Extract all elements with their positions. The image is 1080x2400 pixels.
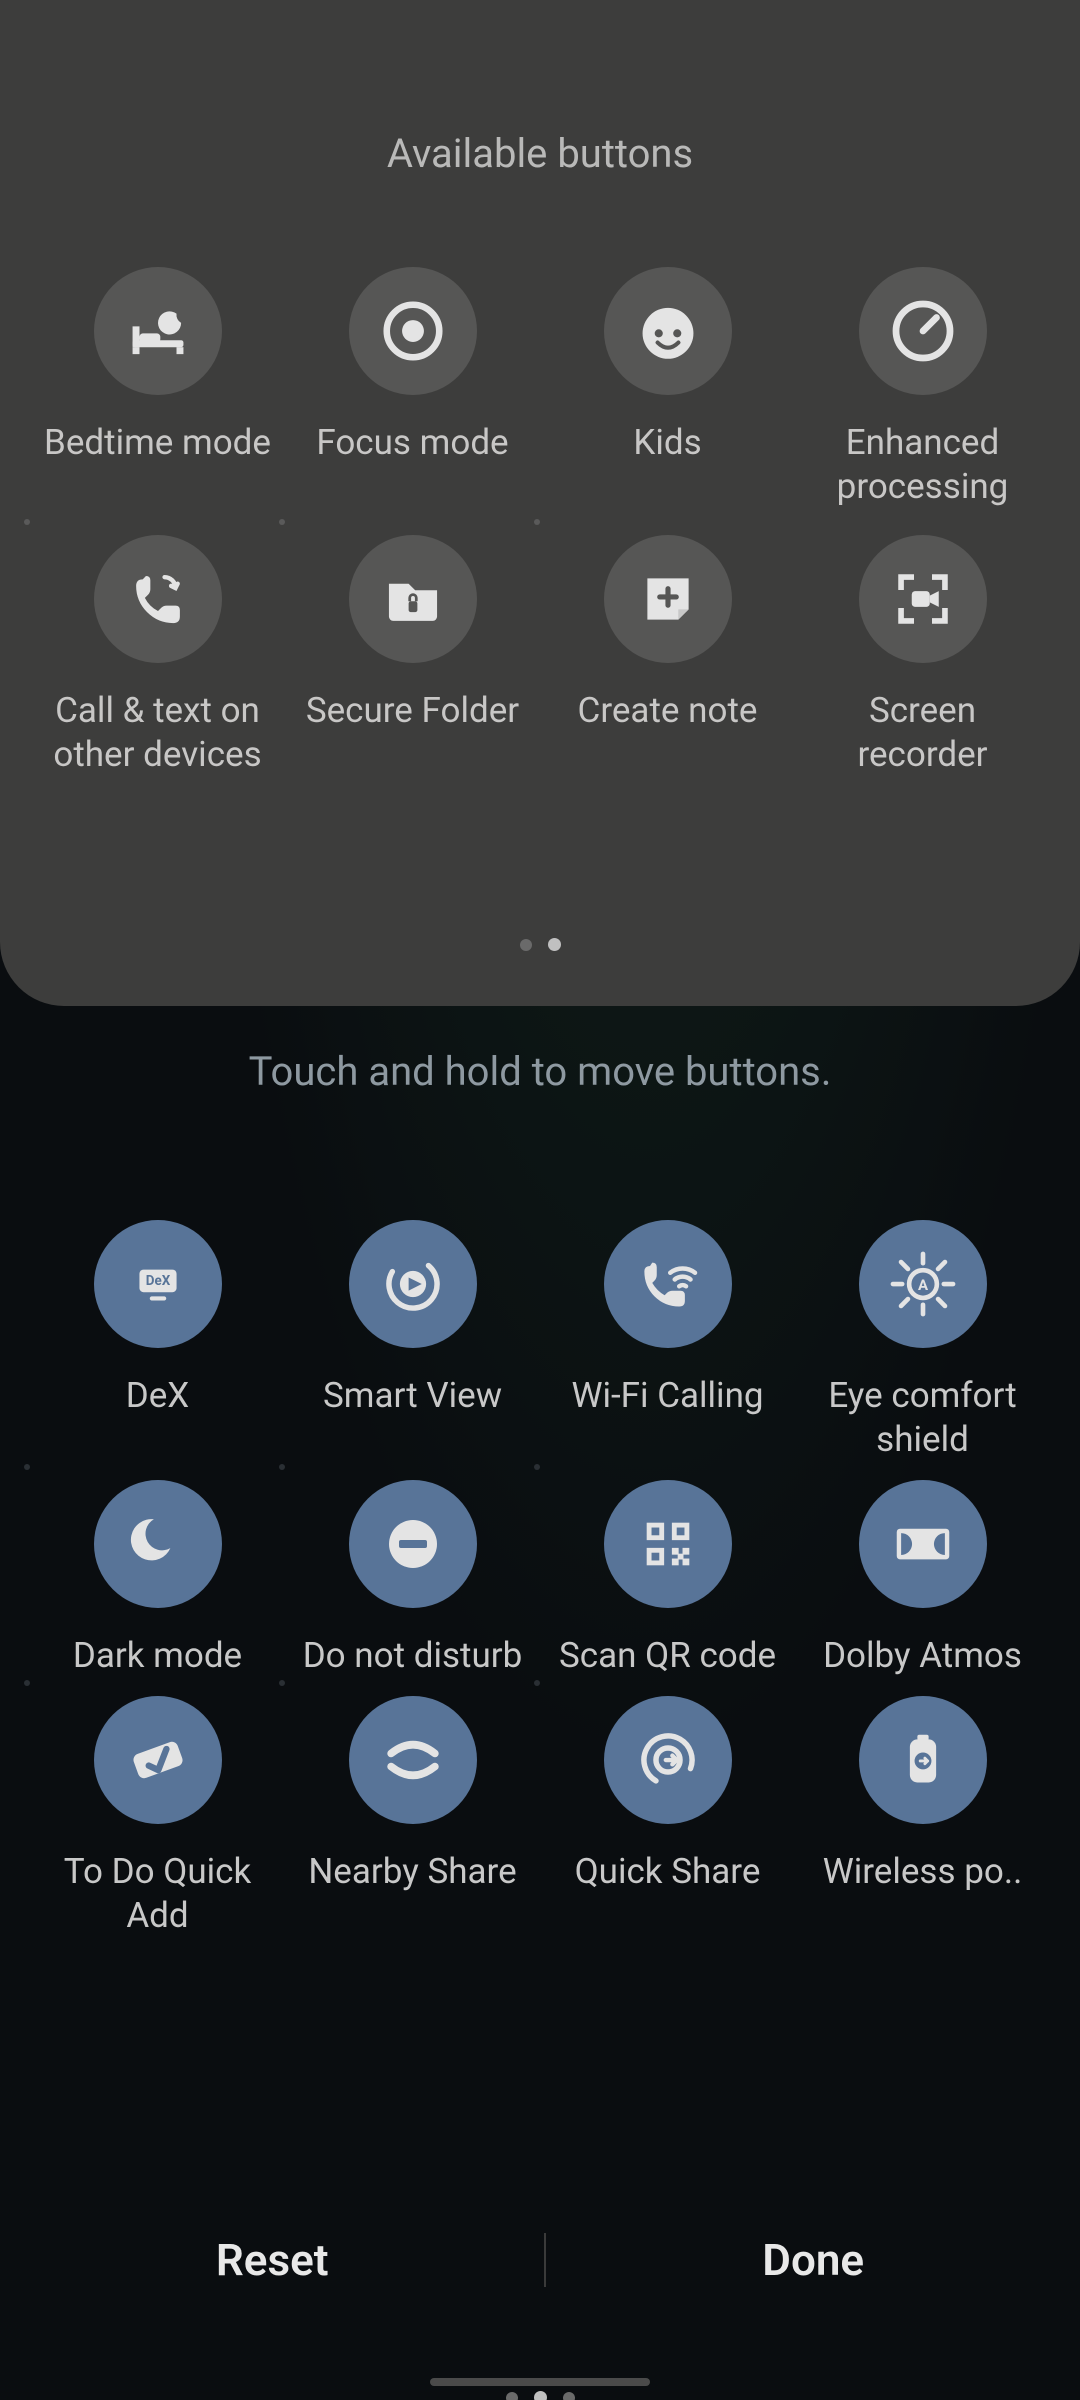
check-bar-icon [94, 1696, 222, 1824]
tile-label: Quick Share [575, 1850, 761, 1894]
tile-nearby-share[interactable]: Nearby Share [285, 1696, 540, 1938]
screen-recorder-icon [859, 535, 987, 663]
tile-label: Wireless po.. [823, 1850, 1023, 1894]
tile-dolby-atmos[interactable]: Dolby Atmos [795, 1480, 1050, 1678]
gauge-icon [859, 267, 987, 395]
tile-wireless-power[interactable]: Wireless po.. [795, 1696, 1050, 1938]
tile-bedtime-mode[interactable]: Bedtime mode [30, 267, 285, 509]
tile-dex[interactable]: DeX DeX [30, 1220, 285, 1462]
call-sync-icon [94, 535, 222, 663]
quick-share-icon [604, 1696, 732, 1824]
bedtime-icon [94, 267, 222, 395]
dex-icon: DeX [94, 1220, 222, 1348]
tile-label: Scan QR code [559, 1634, 776, 1678]
target-icon [349, 267, 477, 395]
dolby-icon [859, 1480, 987, 1608]
active-grid: DeX DeX Smart View [30, 1220, 1050, 1938]
tile-label: Focus mode [316, 421, 508, 465]
tile-todo-quick-add[interactable]: To Do Quick Add [30, 1696, 285, 1938]
tile-smart-view[interactable]: Smart View [285, 1220, 540, 1462]
tile-label: Create note [578, 689, 758, 733]
reset-button[interactable]: Reset [156, 2214, 389, 2306]
tile-label: Dolby Atmos [823, 1634, 1022, 1678]
tile-label: Wi-Fi Calling [571, 1374, 763, 1418]
tile-label: To Do Quick Add [38, 1850, 278, 1938]
create-note-icon [604, 535, 732, 663]
tile-kids[interactable]: Kids [540, 267, 795, 509]
tile-label: Secure Folder [306, 689, 519, 733]
smart-view-icon [349, 1220, 477, 1348]
tile-quick-share[interactable]: Quick Share [540, 1696, 795, 1938]
qr-icon [604, 1480, 732, 1608]
tile-create-note[interactable]: Create note [540, 535, 795, 777]
tile-scan-qr[interactable]: Scan QR code [540, 1480, 795, 1678]
wireless-power-icon [859, 1696, 987, 1824]
available-buttons-panel: Available buttons Bedtime mode [0, 0, 1080, 1006]
done-button[interactable]: Done [702, 2214, 924, 2306]
tile-label: Smart View [323, 1374, 502, 1418]
tile-dark-mode[interactable]: Dark mode [30, 1480, 285, 1678]
available-pagination [0, 938, 1080, 951]
footer-divider [544, 2233, 546, 2287]
tile-label: Eye comfort shield [803, 1374, 1043, 1462]
tile-secure-folder[interactable]: Secure Folder [285, 535, 540, 777]
tile-eye-comfort[interactable]: A Eye comfort shield [795, 1220, 1050, 1462]
kids-icon [604, 267, 732, 395]
available-grid: Bedtime mode Focus mode [30, 267, 1050, 777]
eye-comfort-icon: A [859, 1220, 987, 1348]
page-dot[interactable] [520, 939, 532, 951]
tile-wifi-calling[interactable]: Wi-Fi Calling [540, 1220, 795, 1462]
hint-text: Touch and hold to move buttons. [0, 1006, 1080, 1095]
nearby-share-icon [349, 1696, 477, 1824]
secure-folder-icon [349, 535, 477, 663]
footer: Reset Done [0, 2180, 1080, 2400]
tile-call-text-other[interactable]: Call & text on other devices [30, 535, 285, 777]
svg-text:A: A [917, 1276, 928, 1294]
page-dot[interactable] [548, 938, 561, 951]
svg-text:DeX: DeX [145, 1274, 170, 1289]
tile-dnd[interactable]: Do not disturb [285, 1480, 540, 1678]
wifi-calling-icon [604, 1220, 732, 1348]
tile-label: Enhanced processing [803, 421, 1043, 509]
active-buttons-section: Touch and hold to move buttons. DeX DeX [0, 1006, 1080, 1938]
tile-screen-recorder[interactable]: Screen recorder [795, 535, 1050, 777]
tile-label: DeX [126, 1374, 189, 1418]
moon-icon [94, 1480, 222, 1608]
available-title: Available buttons [0, 0, 1080, 177]
tile-label: Dark mode [73, 1634, 242, 1678]
tile-label: Nearby Share [308, 1850, 516, 1894]
dnd-icon [349, 1480, 477, 1608]
tile-label: Do not disturb [303, 1634, 523, 1678]
tile-enhanced-processing[interactable]: Enhanced processing [795, 267, 1050, 509]
tile-label: Screen recorder [803, 689, 1043, 777]
tile-focus-mode[interactable]: Focus mode [285, 267, 540, 509]
nav-handle[interactable] [430, 2378, 650, 2386]
tile-label: Call & text on other devices [38, 689, 278, 777]
tile-label: Kids [633, 421, 701, 465]
tile-label: Bedtime mode [44, 421, 271, 465]
